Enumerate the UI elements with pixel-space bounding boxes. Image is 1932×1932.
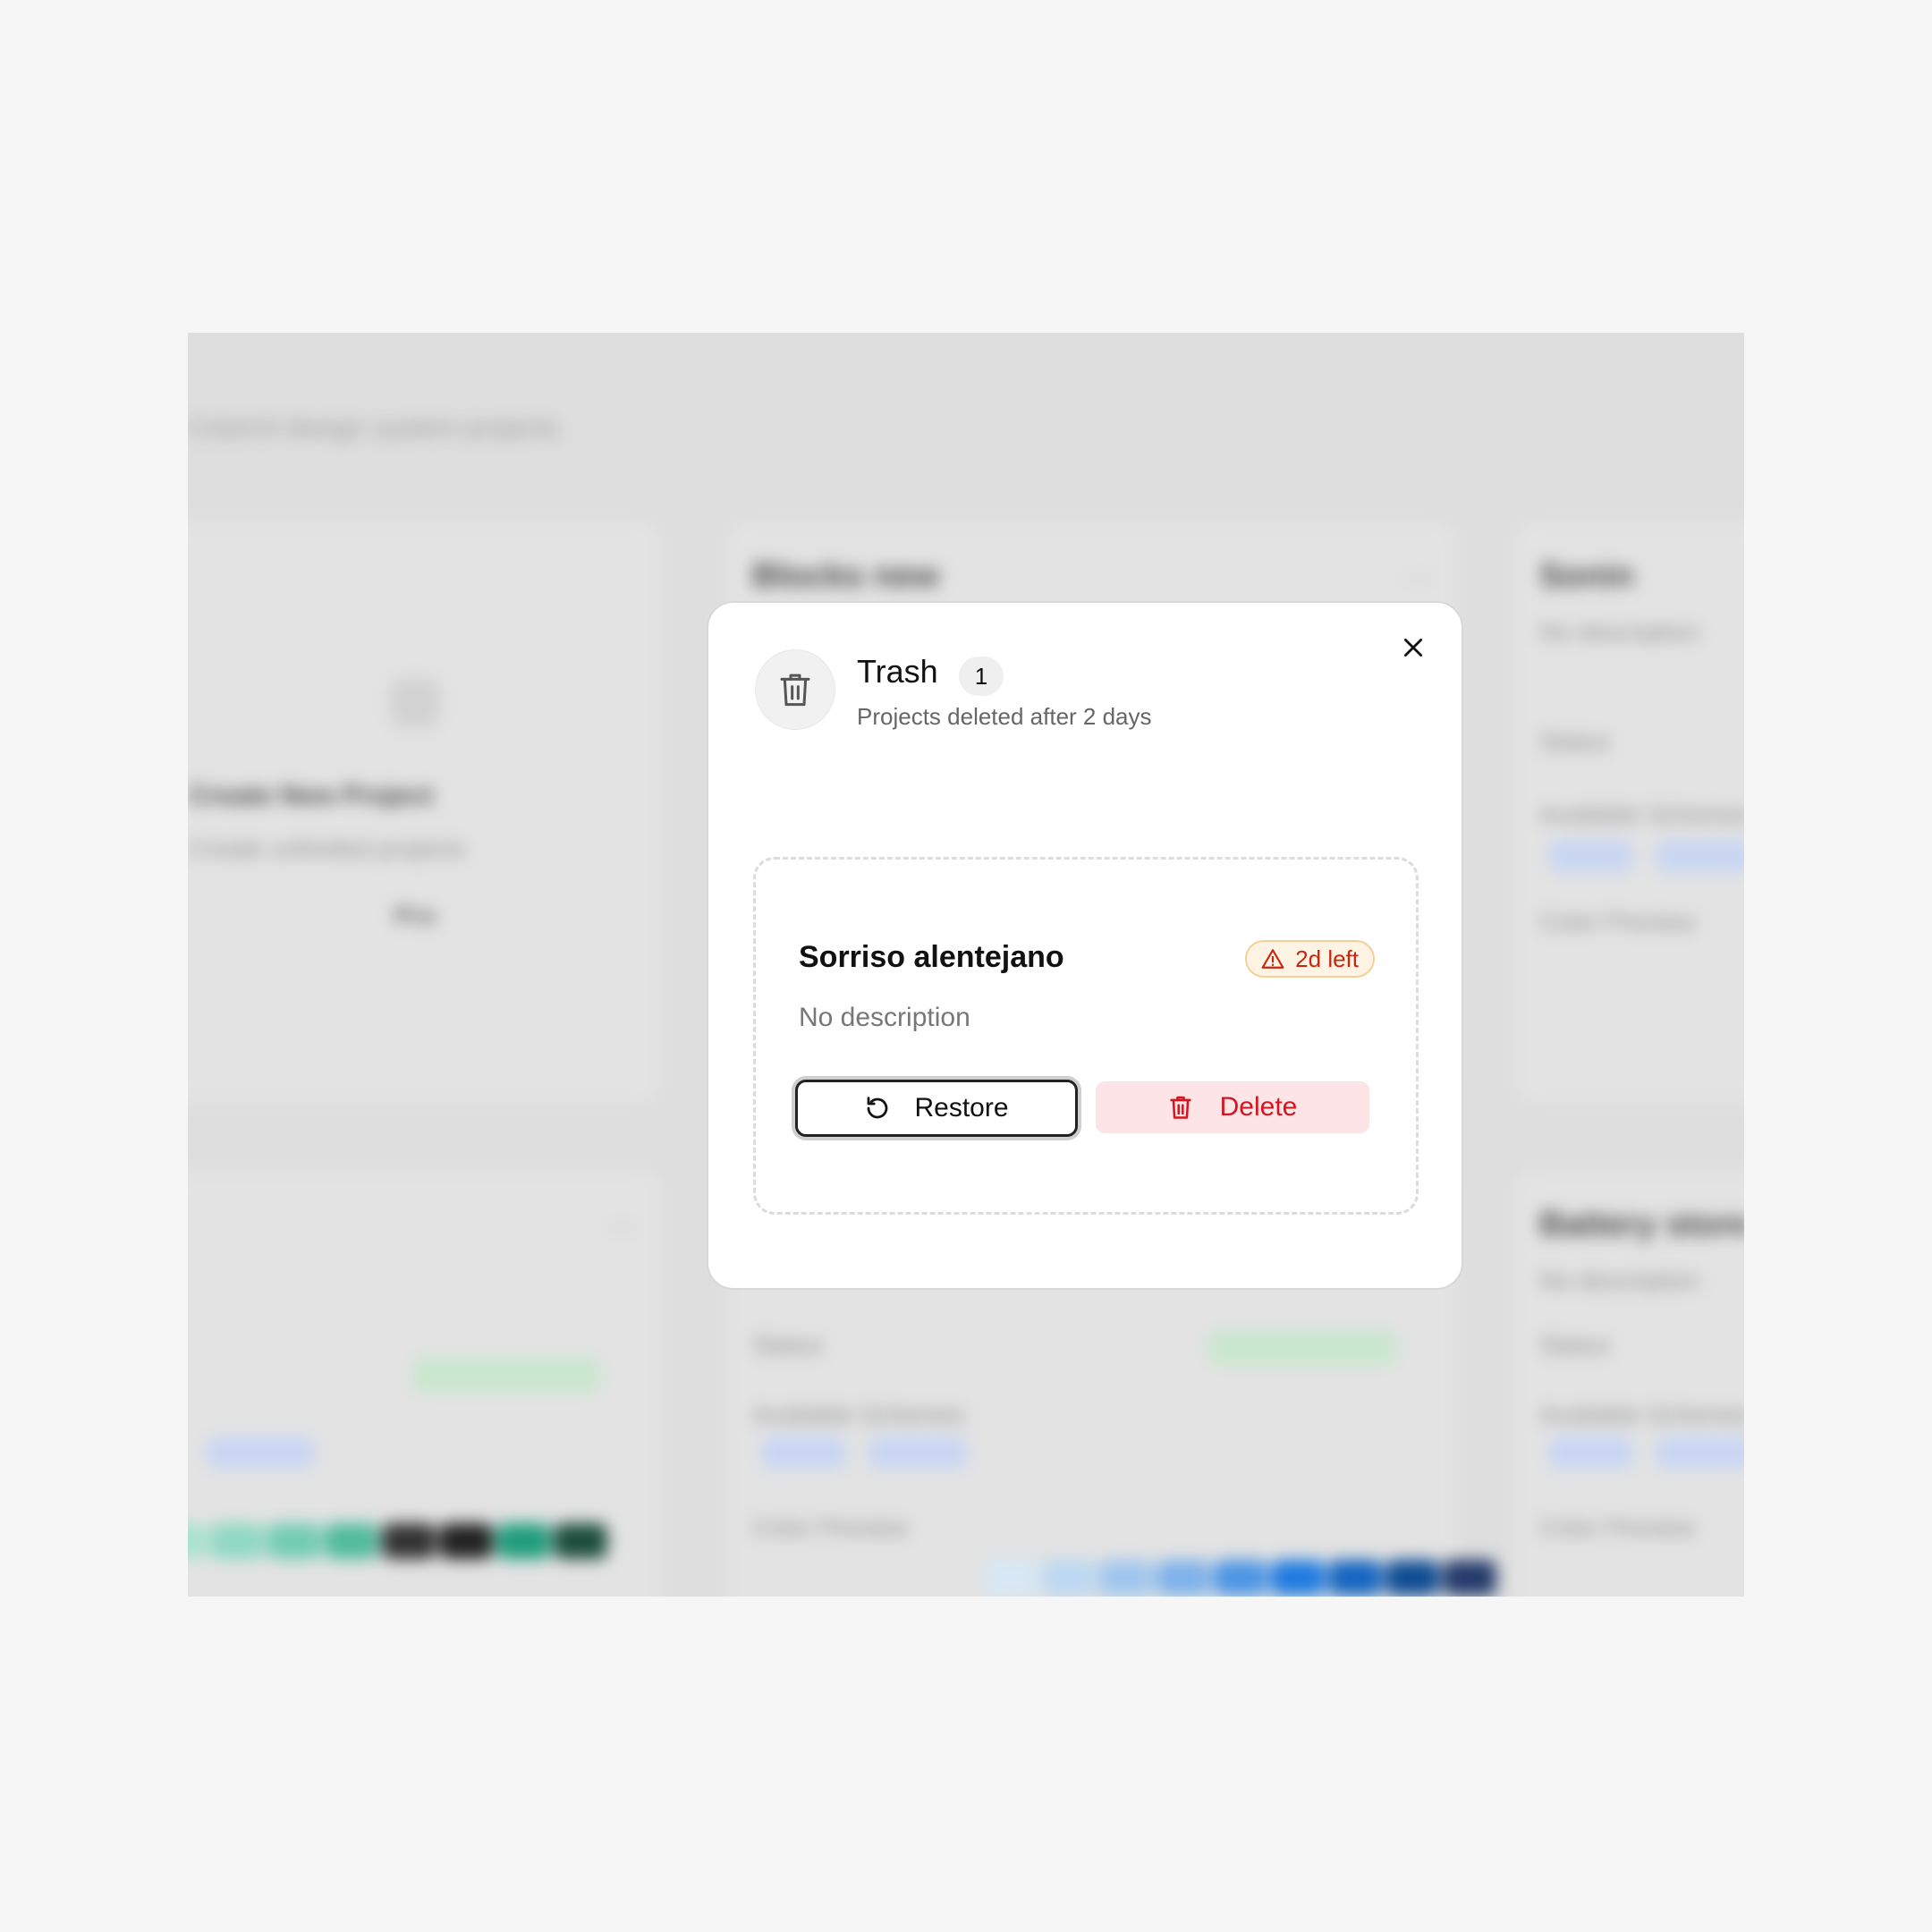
trash-count-badge: 1: [959, 657, 1004, 696]
project-description: No description: [1539, 1267, 1699, 1294]
page-heading: ColorUI design system projects: [188, 413, 560, 443]
dialog-title: Trash: [857, 653, 938, 690]
scheme-tag: [1656, 1436, 1744, 1469]
project-card-bottom-left: …: [188, 1169, 664, 1597]
trash-dialog: Trash 1 Projects deleted after 2 days So…: [707, 601, 1463, 1290]
status-label: Status: [1539, 727, 1611, 755]
status-badge: [412, 1358, 600, 1392]
color-preview-label: Color Preview: [1539, 1513, 1696, 1541]
scheme-tag: [761, 1436, 846, 1469]
delete-label: Delete: [1219, 1092, 1298, 1122]
status-badge: [1208, 1331, 1396, 1365]
color-preview-label: Color Preview: [1539, 908, 1696, 936]
close-button[interactable]: [1394, 628, 1433, 667]
create-project-card: Create New Project Create unlimited proj…: [188, 521, 664, 1104]
status-label: Status: [1539, 1331, 1611, 1359]
schemes-label: Available Schemes: [1539, 1401, 1744, 1428]
create-project-subtitle: Create unlimited projects: [189, 835, 466, 862]
color-preview-label: Color Preview: [752, 1513, 909, 1541]
schemes-label: Available Schemes: [752, 1401, 965, 1428]
schemes-label: Available Schemes: [1539, 801, 1744, 828]
scheme-tag: [1656, 840, 1744, 872]
project-name: Sorriso alentejano: [799, 940, 1064, 974]
project-title: Blocks new: [752, 557, 940, 595]
trash-icon: [755, 649, 835, 730]
pro-badge: Pro: [394, 902, 436, 929]
dialog-subtitle: Projects deleted after 2 days: [857, 703, 1152, 730]
plus-icon: [390, 678, 440, 728]
project-title: Battery store: [1539, 1206, 1744, 1243]
scheme-tag: [869, 1436, 967, 1469]
restore-label: Restore: [914, 1093, 1009, 1123]
warning-triangle-icon: [1261, 949, 1284, 969]
close-icon: [1403, 638, 1423, 657]
project-title: Sonin: [1539, 557, 1634, 595]
scheme-tag: [207, 1436, 314, 1469]
restore-button[interactable]: Restore: [795, 1080, 1078, 1137]
project-card-battery-store: Battery store No description Status Avai…: [1512, 1169, 1744, 1597]
more-icon: …: [609, 1206, 636, 1235]
create-project-title: Create New Project: [189, 781, 434, 810]
deleted-project-card: Sorriso alentejano 2d left No descriptio…: [753, 857, 1419, 1215]
scheme-tag: [1548, 1436, 1633, 1469]
scheme-tag: [1548, 840, 1633, 872]
delete-button[interactable]: Delete: [1096, 1081, 1369, 1133]
trash-icon: [1169, 1096, 1191, 1119]
days-left-label: 2d left: [1295, 945, 1359, 972]
more-icon: …: [1405, 557, 1432, 587]
project-description: No description: [799, 1003, 970, 1032]
project-card-sonin: Sonin No description Status Available Sc…: [1512, 521, 1744, 1104]
status-label: Status: [752, 1331, 824, 1359]
days-left-badge: 2d left: [1245, 940, 1375, 978]
color-preview: [188, 1523, 607, 1559]
restore-icon: [868, 1097, 888, 1119]
project-description: No description: [1539, 618, 1699, 646]
color-preview: [985, 1560, 1496, 1596]
